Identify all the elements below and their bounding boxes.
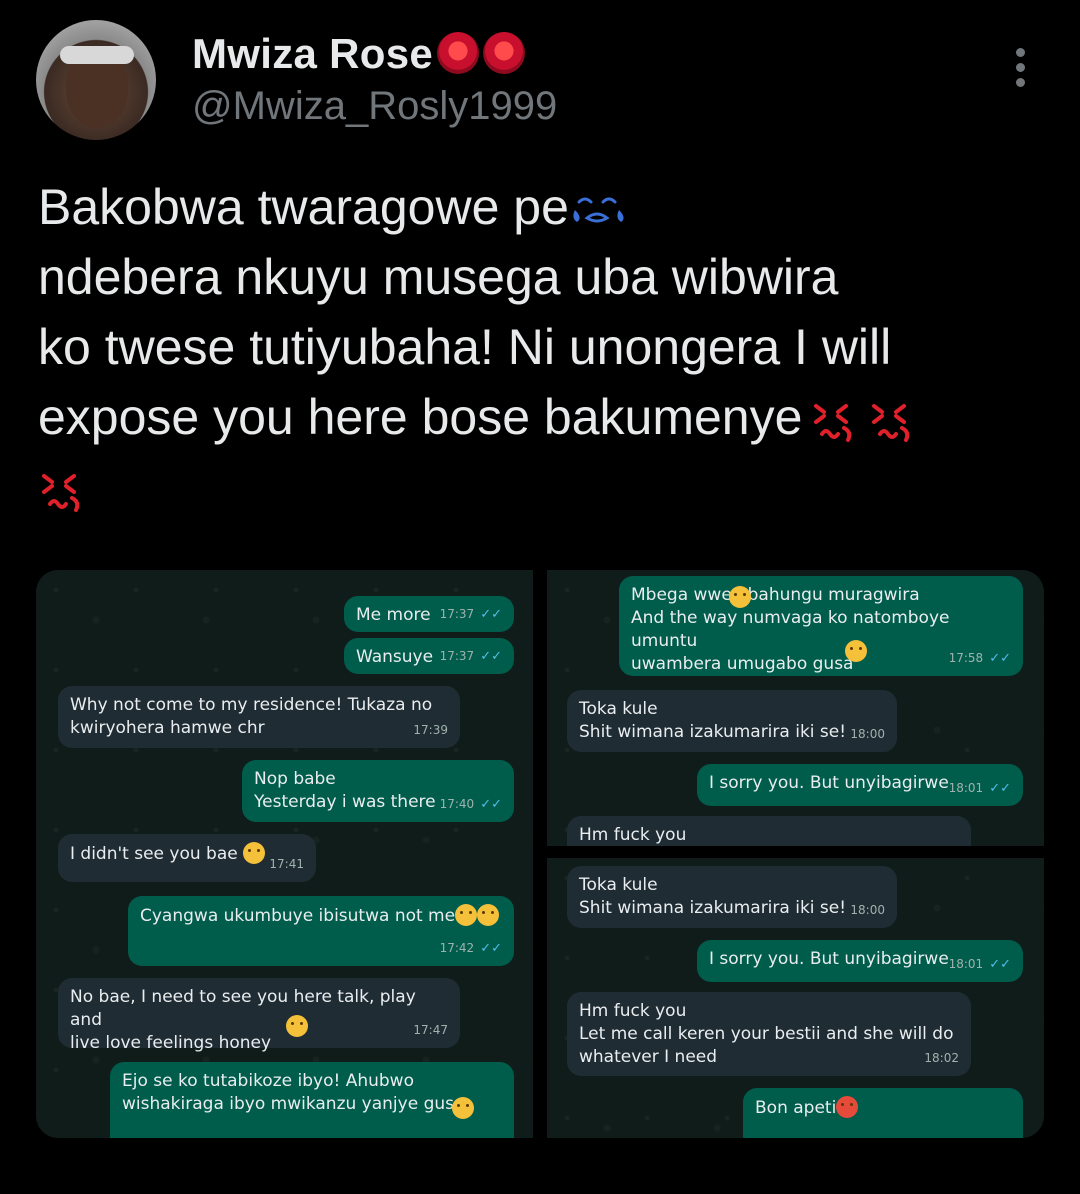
chat-message: Ejo se ko tutabikoze ibyo! Ahubwo wishak… [110,1062,514,1138]
chat-message: Me more 17:37 ✓✓ [344,596,514,632]
flushed-face-icon [729,586,751,608]
read-ticks-icon: ✓✓ [989,781,1011,796]
angry-face-icon [42,474,80,512]
tweet-media[interactable]: Me more 17:37 ✓✓ Wansuye 17:37 ✓✓ Why not … [36,570,1044,1138]
weary-crying-face-icon [573,197,624,223]
angry-face-icon [836,1096,859,1118]
more-options-icon[interactable] [1010,48,1030,92]
grinning-face-icon [477,904,500,926]
tweet-line [38,452,1048,522]
chat-message: Hm fuck you [567,816,971,846]
tweet-line: ndebera nkuyu musega uba wibwira [38,249,839,305]
rose-icon [437,32,480,74]
chat-message: Hm fuck you Let me call keren your besti… [567,992,971,1076]
chat-message: Why not come to my residence! Tukaza no … [58,686,460,748]
chat-message: I sorry you. But unyibagirwe 18:01 ✓✓ [697,764,1023,806]
chat-message: Mbega wwe abahungu muragwira And the way… [619,576,1023,676]
tweet-line: Bakobwa twaragowe pe [38,172,1048,242]
read-ticks-icon: ✓✓ [480,607,502,622]
avatar-headband [60,46,134,64]
pleading-face-icon [845,640,867,662]
chat-screenshot-right-bottom[interactable]: Toka kule Shit wimana izakumarira iki se… [547,858,1044,1138]
chat-message: Toka kule Shit wimana izakumarira iki se… [567,866,897,928]
read-ticks-icon: ✓✓ [480,649,502,664]
tweet-text: Bakobwa twaragowe pe ndebera nkuyu museg… [38,172,1048,522]
tweet-line: ko twese tutiyubaha! Ni unongera I will [38,319,892,375]
rose-icon [483,32,526,74]
read-ticks-icon: ✓✓ [480,941,502,956]
read-ticks-icon: ✓✓ [989,957,1011,972]
angry-face-icon [814,404,852,442]
chat-message: I sorry you. But unyibagirwe 18:01 ✓✓ [697,940,1023,982]
user-handle[interactable]: @Mwiza_Rosly1999 [192,84,557,129]
chat-message: Bon apeti [743,1088,1023,1138]
angry-face-icon [872,404,910,442]
display-name[interactable]: Mwiza Rose [192,30,526,78]
chat-message: Toka kule Shit wimana izakumarira iki se… [567,690,897,752]
kissing-face-icon [286,1015,308,1037]
smirk-face-icon [452,1097,474,1119]
chat-message: Wansuye 17:37 ✓✓ [344,638,514,674]
chat-message: I didn't see you bae 17:41 [58,834,316,882]
chat-message: No bae, I need to see you here talk, pla… [58,978,460,1053]
chat-message: Nop babe Yesterday i was there 17:40 ✓✓ [242,760,514,822]
smirk-face-icon [455,904,478,926]
smirk-face-icon [243,842,266,864]
display-name-text: Mwiza Rose [192,30,434,77]
chat-screenshot-right-top[interactable]: Mbega wwe abahungu muragwira And the way… [547,570,1044,846]
chat-message: Cyangwa ukumbuye ibisutwa not me 17:42 ✓✓ [128,896,514,966]
tweet-line: expose you here bose bakumenye [38,382,1048,452]
chat-screenshot-left[interactable]: Me more 17:37 ✓✓ Wansuye 17:37 ✓✓ Why not … [36,570,533,1138]
read-ticks-icon: ✓✓ [480,797,502,812]
read-ticks-icon: ✓✓ [989,651,1011,666]
avatar[interactable] [36,20,156,140]
